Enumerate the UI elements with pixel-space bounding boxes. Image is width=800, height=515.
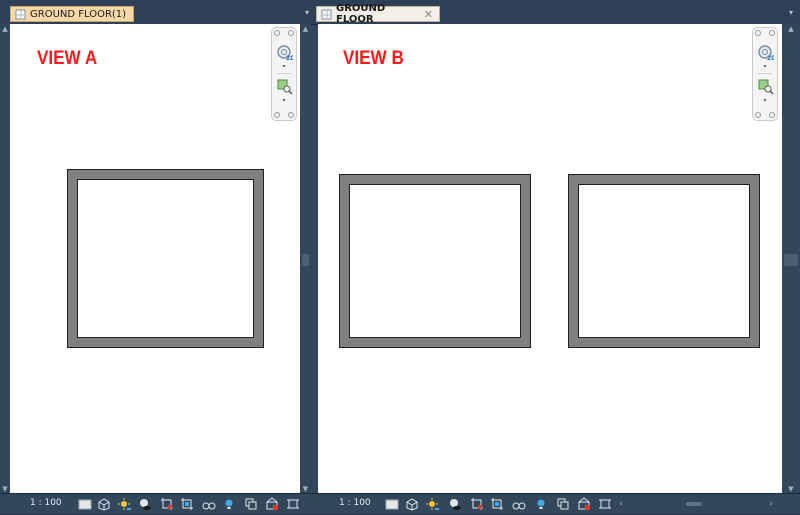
scroll-thumb[interactable] xyxy=(784,254,798,266)
shadows-icon[interactable] xyxy=(448,496,462,510)
tab-menu-icon[interactable]: ▾ xyxy=(786,8,796,18)
svg-text:2D: 2D xyxy=(767,55,774,61)
visual-style-icon[interactable] xyxy=(405,496,419,511)
tab-label: GROUND FLOOR(1) xyxy=(30,8,127,20)
detail-level-icon[interactable] xyxy=(78,496,92,510)
drawing-canvas[interactable]: VIEW A 2D ▾ ▾ xyxy=(10,24,300,494)
steering-wheel-2d-icon[interactable]: 2D xyxy=(276,44,295,62)
shadows-icon[interactable] xyxy=(138,496,152,510)
navbar-menu-icon[interactable] xyxy=(288,30,294,36)
worksharing-icon[interactable] xyxy=(556,496,570,510)
navbar-grip-right-icon xyxy=(288,112,294,118)
tab-bar: GROUND FLOOR(1) ▾ xyxy=(0,0,313,25)
scroll-thumb[interactable] xyxy=(302,254,309,266)
room-wall[interactable] xyxy=(67,169,264,348)
room-wall[interactable] xyxy=(339,174,531,348)
reveal-hidden-icon[interactable] xyxy=(534,496,548,510)
design-options-icon[interactable] xyxy=(577,496,591,510)
view-control-bar: 1 : 100 ‹ › xyxy=(313,493,800,514)
crop-view-icon[interactable] xyxy=(470,496,484,510)
analytical-model-icon[interactable] xyxy=(598,496,612,510)
room-wall[interactable] xyxy=(568,174,760,348)
navigation-bar: 2D ▾ ▾ xyxy=(271,27,297,121)
detail-level-icon[interactable] xyxy=(385,496,399,510)
scroll-up-icon[interactable]: ▲ xyxy=(0,24,10,34)
reveal-hidden-icon[interactable] xyxy=(222,496,236,510)
crop-region-visible-icon[interactable] xyxy=(180,496,194,510)
crop-region-visible-icon[interactable] xyxy=(490,496,504,510)
zoom-dropdown-icon[interactable]: ▾ xyxy=(753,97,777,104)
navbar-grip-left-icon xyxy=(755,112,761,118)
steering-wheel-dropdown-icon[interactable]: ▾ xyxy=(272,63,296,70)
horizontal-scrollbar[interactable]: ‹ › xyxy=(616,497,776,511)
navbar-close-icon[interactable] xyxy=(755,30,761,36)
vertical-scrollbar[interactable]: ▲ ▼ xyxy=(782,24,800,494)
close-tab-icon[interactable]: ✕ xyxy=(424,8,433,21)
drawing-canvas[interactable]: VIEW B 2D ▾ ▾ xyxy=(318,24,782,494)
svg-text:2D: 2D xyxy=(286,55,293,61)
scroll-up-icon[interactable]: ▲ xyxy=(782,24,800,34)
analytical-model-icon[interactable] xyxy=(286,496,300,510)
navigation-bar: 2D ▾ ▾ xyxy=(752,27,778,121)
navbar-close-icon[interactable] xyxy=(274,30,280,36)
scroll-thumb[interactable] xyxy=(686,502,702,506)
sun-path-icon[interactable] xyxy=(118,496,132,510)
vertical-scrollbar[interactable]: ▲ ▼ xyxy=(300,24,311,494)
zoom-region-icon[interactable] xyxy=(757,78,774,95)
steering-wheel-2d-icon[interactable]: 2D xyxy=(757,44,776,62)
tab-bar: GROUND FLOOR ✕ ▾ xyxy=(313,0,800,25)
tab-label: GROUND FLOOR xyxy=(336,3,386,25)
steering-wheel-dropdown-icon[interactable]: ▾ xyxy=(753,63,777,70)
navbar-divider xyxy=(758,73,772,74)
view-pane-ground-floor-1: GROUND FLOOR(1) ▾ ▲ ▼ VIEW A 2D ▾ ▾ ▲ ▼ … xyxy=(0,0,313,514)
tab-menu-icon[interactable]: ▾ xyxy=(302,8,312,18)
room-interior xyxy=(77,179,254,338)
room-interior xyxy=(578,184,750,338)
temporary-hide-icon[interactable] xyxy=(512,496,526,510)
navbar-grip-left-icon xyxy=(274,112,280,118)
view-pane-ground-floor: GROUND FLOOR ✕ ▾ VIEW B 2D ▾ ▾ ▲ ▼ 1: 1… xyxy=(313,0,800,514)
navbar-divider xyxy=(277,73,291,74)
room-interior xyxy=(349,184,521,338)
scroll-up-icon[interactable]: ▲ xyxy=(300,24,311,34)
view-scale[interactable]: 1 : 100 xyxy=(30,498,62,508)
floor-plan-icon xyxy=(321,9,332,20)
navbar-grip-right-icon xyxy=(769,112,775,118)
view-scale[interactable]: 1 : 100 xyxy=(339,498,371,508)
crop-view-icon[interactable] xyxy=(160,496,174,510)
tab-ground-floor[interactable]: GROUND FLOOR ✕ xyxy=(316,3,440,25)
view-annotation: VIEW A xyxy=(37,48,98,69)
visual-style-icon[interactable] xyxy=(97,496,111,511)
zoom-dropdown-icon[interactable]: ▾ xyxy=(272,97,296,104)
view-control-bar: 1 : 100 xyxy=(0,493,313,514)
floor-plan-icon xyxy=(15,9,26,20)
view-annotation: VIEW B xyxy=(343,48,404,69)
navbar-menu-icon[interactable] xyxy=(769,30,775,36)
worksharing-icon[interactable] xyxy=(244,496,258,510)
temporary-hide-icon[interactable] xyxy=(202,496,216,510)
design-options-icon[interactable] xyxy=(265,496,279,510)
left-scroll-track: ▲ ▼ xyxy=(0,24,10,494)
scroll-right-icon[interactable]: › xyxy=(766,497,776,511)
tab-ground-floor-1[interactable]: GROUND FLOOR(1) xyxy=(10,6,134,22)
zoom-region-icon[interactable] xyxy=(276,78,293,95)
sun-path-icon[interactable] xyxy=(426,496,440,510)
scroll-left-icon[interactable]: ‹ xyxy=(616,497,626,511)
